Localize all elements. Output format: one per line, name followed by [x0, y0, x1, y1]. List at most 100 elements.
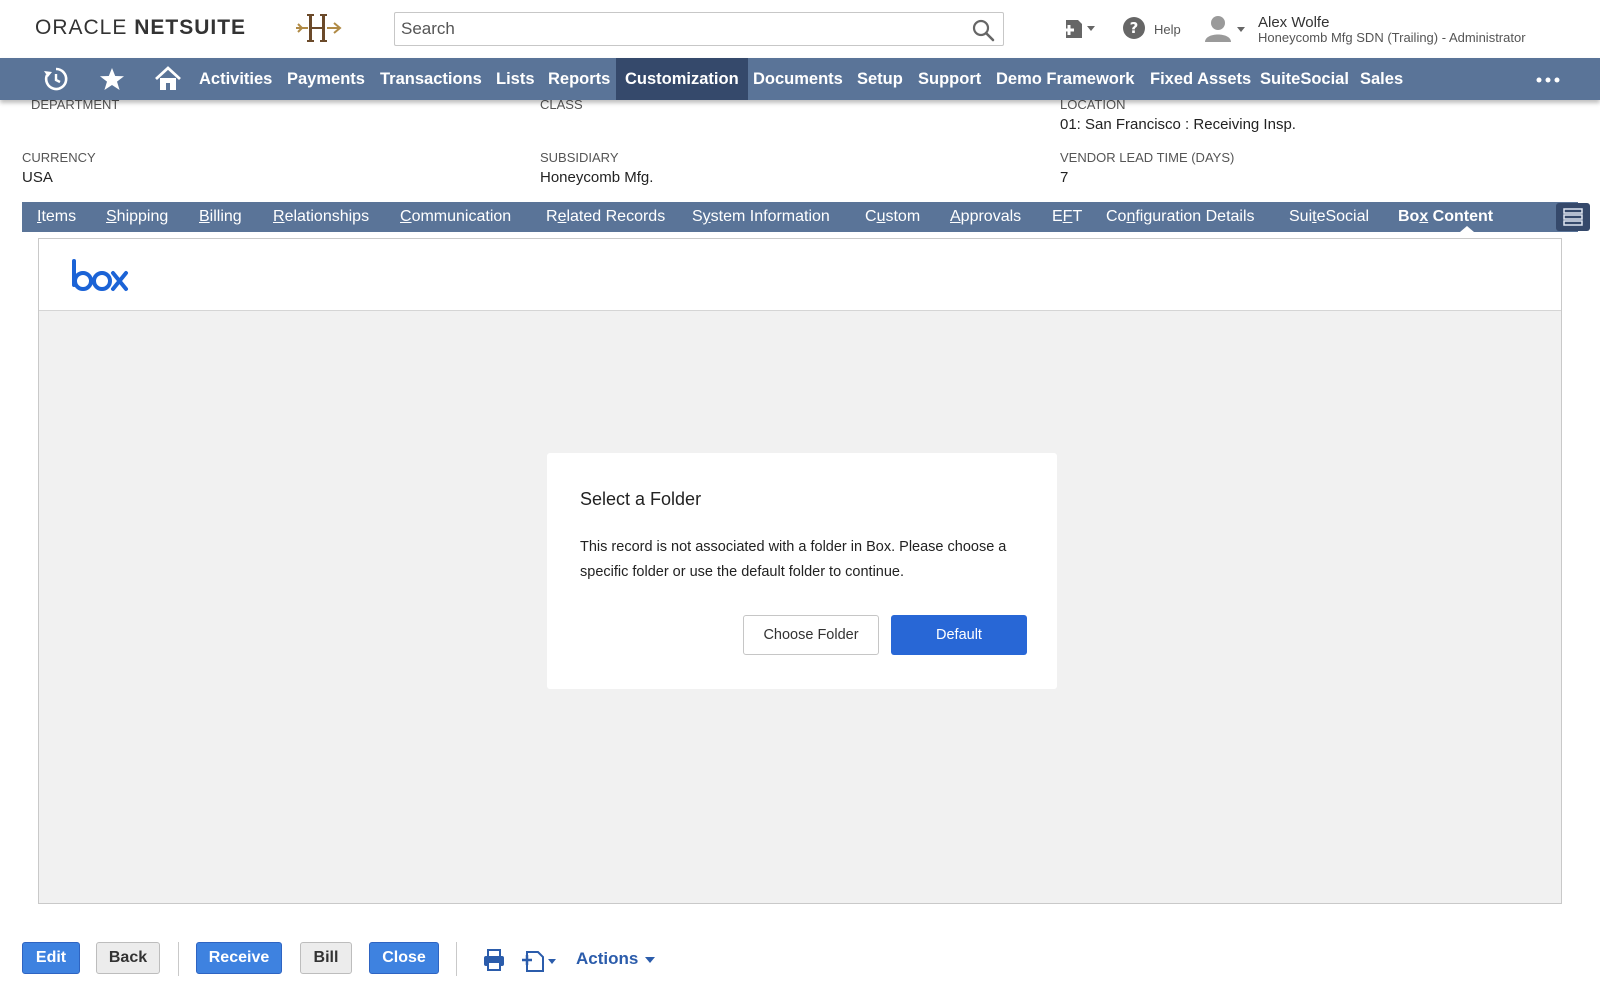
subtab-box-content[interactable]: Box Content — [1398, 202, 1493, 232]
subsidiary-label: SUBSIDIARY — [540, 150, 619, 165]
netsuite-logo[interactable]: ORACLE NETSUITE — [35, 16, 246, 40]
bill-button[interactable]: Bill — [300, 942, 352, 974]
nav-transactions[interactable]: Transactions — [380, 58, 482, 100]
more-menu-icon[interactable] — [1534, 68, 1564, 88]
subtab-label-rest: ommunication — [411, 208, 512, 225]
subtab-accesskey: C — [400, 208, 412, 225]
vendor-lead-time-label: VENDOR LEAD TIME (DAYS) — [1060, 150, 1235, 165]
subtab-label-rest: stom — [885, 208, 921, 225]
nav-setup[interactable]: Setup — [857, 58, 903, 100]
dialog-title: Select a Folder — [580, 489, 702, 509]
toolbar-divider — [178, 942, 179, 976]
actions-menu[interactable]: Actions — [576, 949, 656, 969]
subtab-suitesocial[interactable]: SuiteSocial — [1289, 202, 1369, 232]
subtab-billing[interactable]: Billing — [199, 202, 242, 232]
subtab-label-pre: Co — [1106, 208, 1127, 225]
subtab-shipping[interactable]: Shipping — [106, 202, 168, 232]
subtab-label-rest: elationships — [284, 208, 370, 225]
subtab-label-pre: Bo — [1398, 208, 1420, 225]
subtab-label-rest: tems — [41, 208, 77, 225]
search-input[interactable] — [401, 17, 961, 41]
nav-support[interactable]: Support — [918, 58, 981, 100]
box-header — [39, 239, 1561, 311]
select-folder-dialog: Select a Folder This record is not assoc… — [547, 453, 1057, 689]
subtab-configuration-details[interactable]: Configuration Details — [1106, 202, 1255, 232]
subtab-accesskey: A — [950, 208, 961, 225]
vendor-lead-time-value: 7 — [1060, 169, 1069, 186]
subtab-label-pre: R — [546, 208, 558, 225]
location-value: 01: San Francisco : Receiving Insp. — [1060, 116, 1296, 133]
nav-demo-framework[interactable]: Demo Framework — [996, 58, 1134, 100]
dialog-message: This record is not associated with a fol… — [580, 539, 1007, 580]
actions-label: Actions — [576, 949, 639, 968]
list-layout-icon — [1563, 208, 1583, 226]
edit-button[interactable]: Edit — [22, 942, 80, 974]
global-search[interactable] — [394, 12, 1004, 46]
currency-label: CURRENCY — [22, 150, 96, 165]
subtab-label-rest: pprovals — [960, 208, 1022, 225]
recent-history-icon[interactable] — [42, 66, 70, 92]
nav-fixed-assets[interactable]: Fixed Assets — [1150, 58, 1251, 100]
subtab-relationships[interactable]: Relationships — [273, 202, 369, 232]
subtab-eft[interactable]: EFT — [1052, 202, 1082, 232]
subtab-accesskey: F — [1062, 208, 1073, 225]
subtab-label-rest: hipping — [116, 208, 169, 225]
user-avatar-icon[interactable] — [1202, 14, 1248, 44]
subtab-accesskey: x — [1419, 208, 1429, 225]
nav-lists[interactable]: Lists — [496, 58, 535, 100]
receive-button[interactable]: Receive — [196, 942, 282, 974]
print-icon[interactable] — [482, 948, 506, 972]
subtab-custom[interactable]: Custom — [865, 202, 920, 232]
subtab-bar: Items Shipping Billing Relationships Com… — [22, 202, 1590, 232]
top-header: ORACLE NETSUITE ? Help Alex — [0, 0, 1600, 58]
search-icon[interactable] — [971, 18, 995, 42]
help-icon[interactable]: ? — [1122, 14, 1146, 42]
nav-payments[interactable]: Payments — [287, 58, 365, 100]
main-nav: Activities Payments Transactions Lists R… — [0, 58, 1600, 100]
logo-oracle: ORACLE — [35, 16, 128, 39]
subtab-label-pre: C — [865, 208, 877, 225]
svg-text:?: ? — [1130, 19, 1139, 37]
active-tab-indicator — [1460, 226, 1474, 232]
default-folder-button[interactable]: Default — [891, 615, 1027, 655]
subtab-related-records[interactable]: Related Records — [546, 202, 665, 232]
help-link[interactable]: Help — [1154, 22, 1181, 37]
recent-records-icon[interactable] — [1062, 14, 1098, 42]
subtab-communication[interactable]: Communication — [400, 202, 511, 232]
box-content-panel: Select a Folder This record is not assoc… — [38, 238, 1562, 904]
subtab-label-rest: stem Information — [710, 208, 830, 225]
choose-folder-button[interactable]: Choose Folder — [743, 615, 879, 655]
subtab-label-pre: E — [1052, 208, 1063, 225]
nav-documents[interactable]: Documents — [753, 58, 843, 100]
subtab-accesskey: y — [702, 208, 711, 225]
subtab-label-pre: S — [692, 208, 703, 225]
subsidiary-value: Honeycomb Mfg. — [540, 169, 654, 186]
subtab-accesskey: R — [273, 208, 285, 225]
currency-value: USA — [22, 169, 53, 186]
nav-reports[interactable]: Reports — [548, 58, 610, 100]
nav-activities[interactable]: Activities — [199, 58, 272, 100]
subtab-accesskey: B — [199, 208, 210, 225]
back-button[interactable]: Back — [96, 942, 160, 974]
subtab-label-rest: T — [1072, 208, 1083, 225]
subtab-label-rest: illing — [209, 208, 242, 225]
user-role[interactable]: Honeycomb Mfg SDN (Trailing) - Administr… — [1258, 30, 1526, 45]
box-logo-icon — [72, 259, 128, 291]
subtab-layout-toggle[interactable] — [1556, 203, 1590, 231]
subtab-label-rest: Content — [1428, 208, 1494, 225]
nav-sales[interactable]: Sales — [1360, 58, 1403, 100]
subtab-system-information[interactable]: System Information — [692, 202, 830, 232]
subtab-items[interactable]: Items — [37, 202, 76, 232]
subtab-approvals[interactable]: Approvals — [950, 202, 1021, 232]
favorites-star-icon[interactable] — [98, 66, 126, 92]
chevron-down-icon — [645, 956, 656, 963]
close-button[interactable]: Close — [369, 942, 439, 974]
subtab-label-rest: eSocial — [1316, 208, 1370, 225]
toolbar-divider — [456, 942, 457, 976]
user-name[interactable]: Alex Wolfe — [1258, 14, 1329, 31]
nav-suitesocial[interactable]: SuiteSocial — [1260, 58, 1349, 100]
subtab-label-rest: lated Records — [566, 208, 666, 225]
nav-customization[interactable]: Customization — [616, 58, 748, 100]
new-document-icon[interactable] — [522, 946, 560, 974]
home-icon[interactable] — [154, 66, 182, 92]
